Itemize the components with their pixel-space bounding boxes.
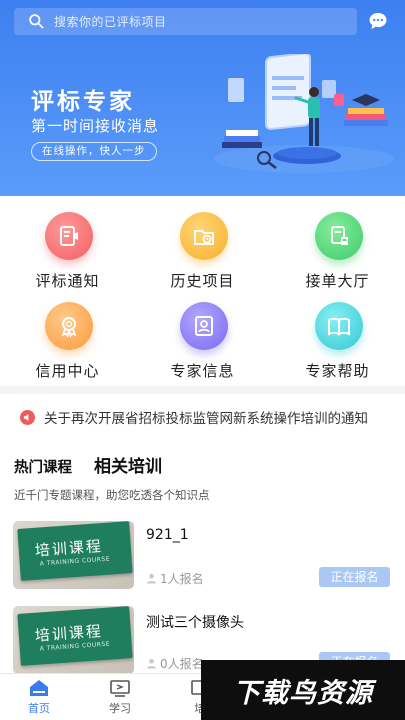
- credit-center-icon: [45, 302, 93, 350]
- menu-label: 信用中心: [35, 362, 100, 380]
- search-bar[interactable]: 搜索你的已评标项目: [14, 8, 357, 35]
- tab-study[interactable]: 学习: [90, 678, 150, 716]
- study-icon: [110, 680, 130, 697]
- feature-menu: 评标通知 历史项目 接单大厅 信用中心 专家信息 专家帮助: [0, 196, 405, 386]
- message-icon[interactable]: [368, 11, 388, 31]
- menu-label: 历史项目: [170, 272, 235, 290]
- watermark-logo: 下载鸟资源: [201, 660, 405, 720]
- watermark-text: 下载鸟资源: [233, 677, 373, 709]
- menu-label: 接单大厅: [305, 272, 370, 290]
- menu-bid-notice[interactable]: 评标通知: [0, 212, 135, 298]
- enroll-status-button[interactable]: 正在报名: [319, 567, 390, 587]
- tab-hot-courses[interactable]: 热门课程: [14, 456, 72, 477]
- notice-text[interactable]: 关于再次开展省招标投标监管网新系统操作培训的通知: [44, 407, 368, 427]
- menu-order-hall[interactable]: 接单大厅: [270, 212, 405, 298]
- course-tabs: 热门课程 相关培训: [14, 452, 162, 477]
- tab-label: 学习: [109, 702, 131, 715]
- banner-slogan: 在线操作，快人一步: [31, 142, 157, 161]
- course-name: 测试三个摄像头: [146, 615, 244, 631]
- course-item[interactable]: 培训课程 A TRAINING COURSE 921_1 1人报名 正在报名: [13, 521, 393, 591]
- course-section: 热门课程 相关培训 近千门专题课程，助您吃透各个知识点 培训课程 A TRAIN…: [0, 440, 405, 674]
- menu-label: 评标通知: [35, 272, 100, 290]
- course-name: 921_1: [146, 527, 189, 543]
- course-thumbnail: 培训课程 A TRAINING COURSE: [13, 521, 134, 589]
- menu-expert-info[interactable]: 专家信息: [135, 302, 270, 388]
- menu-credit-center[interactable]: 信用中心: [0, 302, 135, 388]
- enroll-count: 0人报名: [146, 655, 204, 672]
- enroll-count: 1人报名: [146, 570, 204, 587]
- enroll-count-text: 0人报名: [160, 657, 204, 671]
- person-icon: [146, 573, 157, 584]
- menu-expert-help[interactable]: 专家帮助: [270, 302, 405, 388]
- banner-subtitle: 第一时间接收消息: [31, 117, 160, 135]
- tab-home[interactable]: 首页: [9, 678, 69, 716]
- search-icon: [29, 14, 44, 29]
- search-input[interactable]: 搜索你的已评标项目: [54, 13, 167, 30]
- banner-illustration: [214, 54, 394, 173]
- tab-related-training[interactable]: 相关培训: [94, 452, 162, 477]
- expert-help-icon: [315, 302, 363, 350]
- course-subtitle: 近千门专题课程，助您吃透各个知识点: [14, 488, 210, 502]
- order-hall-icon: [315, 212, 363, 260]
- menu-label: 专家信息: [170, 362, 235, 380]
- header-banner: 搜索你的已评标项目 评标专家 第一时间接收消息 在线操作，快人一步: [0, 0, 405, 196]
- bid-notice-icon: [45, 212, 93, 260]
- enroll-count-text: 1人报名: [160, 572, 204, 586]
- tab-label: 首页: [28, 702, 50, 715]
- banner-title: 评标专家: [31, 89, 135, 115]
- history-project-icon: [180, 212, 228, 260]
- person-icon: [146, 658, 157, 669]
- home-icon: [30, 680, 48, 696]
- speaker-icon: [20, 409, 35, 425]
- course-thumbnail: 培训课程 A TRAINING COURSE: [13, 606, 134, 674]
- expert-info-icon: [180, 302, 228, 350]
- notice-bar[interactable]: 关于再次开展省招标投标监管网新系统操作培训的通知: [0, 394, 405, 440]
- menu-history-project[interactable]: 历史项目: [135, 212, 270, 298]
- menu-label: 专家帮助: [305, 362, 370, 380]
